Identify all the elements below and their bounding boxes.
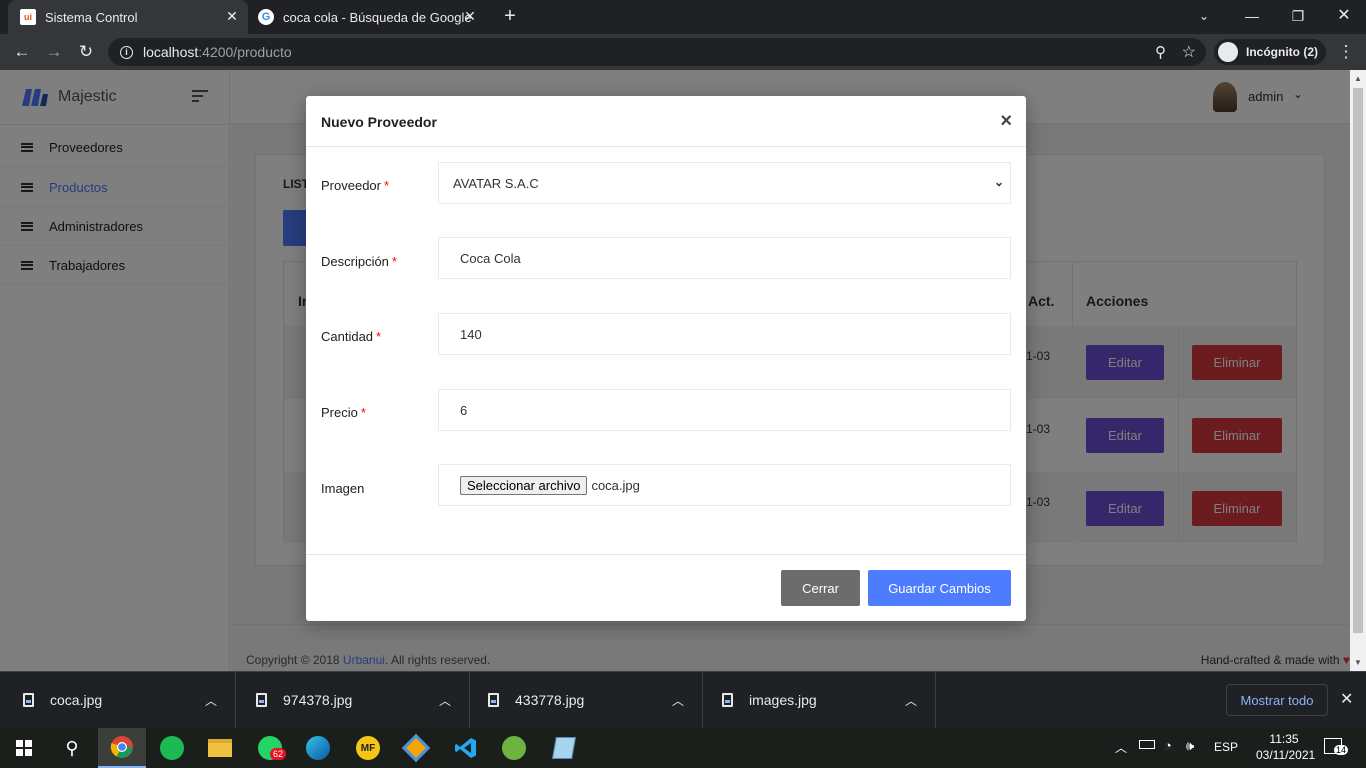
file-icon	[488, 693, 499, 707]
modal-header: Nuevo Proveedor ×	[306, 96, 1026, 147]
notepad-icon[interactable]	[540, 728, 588, 768]
file-icon	[256, 693, 267, 707]
proveedor-label: Proveedor *	[321, 178, 390, 193]
selected-option: AVATAR S.A.C	[453, 175, 539, 191]
back-arrow-icon[interactable]: ←	[10, 40, 34, 64]
chevron-up-icon[interactable]: ︿	[905, 692, 917, 709]
new-tab-button[interactable]: +	[496, 4, 524, 28]
edge-icon[interactable]	[294, 728, 342, 768]
chevron-up-icon[interactable]: ︿	[439, 692, 451, 709]
chrome-taskbar-icon[interactable]	[98, 728, 146, 768]
input-value: Coca Cola	[460, 250, 521, 266]
show-all-button[interactable]: Mostrar todo	[1226, 684, 1328, 716]
incognito-badge[interactable]: Incógnito (2)	[1214, 39, 1326, 65]
incognito-label: Incógnito (2)	[1246, 45, 1318, 59]
search-icon[interactable]: ⚲	[48, 728, 96, 768]
cantidad-input[interactable]: 140	[438, 313, 1011, 355]
notification-badge: 62	[270, 748, 287, 760]
modal-title: Nuevo Proveedor	[321, 114, 437, 130]
download-item[interactable]: images.jpg ︿	[703, 672, 936, 728]
notification-center-icon[interactable]: 14	[1324, 738, 1349, 755]
close-tab-icon[interactable]: ✕	[462, 8, 478, 24]
clock[interactable]: 11:35 03/11/2021	[1256, 732, 1316, 762]
chevron-up-icon[interactable]: ︿	[1115, 739, 1127, 756]
web-page: Majestic Proveedores Productos Administr…	[0, 70, 1350, 671]
notification-count: 14	[1334, 745, 1349, 755]
downloads-bar: coca.jpg ︿ 974378.jpg ︿ 433778.jpg ︿ images…	[0, 671, 1366, 728]
imagen-label: Imagen	[321, 481, 365, 496]
vscode-icon[interactable]	[442, 728, 490, 768]
download-item[interactable]: coca.jpg ︿	[0, 672, 236, 728]
battery-icon[interactable]	[1139, 740, 1155, 749]
descripcion-label: Descripción *	[321, 254, 397, 269]
forward-arrow-icon[interactable]: →	[42, 40, 66, 64]
cantidad-label: Cantidad *	[321, 329, 382, 344]
scrollbar-thumb[interactable]	[1353, 88, 1363, 633]
restore-icon[interactable]: ❐	[1284, 4, 1312, 28]
proveedor-select[interactable]: AVATAR S.A.C ⌄	[438, 162, 1011, 204]
page-scrollbar[interactable]: ▲ ▼	[1350, 70, 1366, 671]
download-filename: 433778.jpg	[515, 692, 585, 708]
tab-google-search[interactable]: G coca cola - Búsqueda de Google ✕	[250, 0, 486, 34]
menu-kebab-icon[interactable]: ⋮	[1334, 40, 1358, 64]
download-filename: 974378.jpg	[283, 692, 353, 708]
download-item[interactable]: 433778.jpg ︿	[470, 672, 703, 728]
scroll-down-icon[interactable]: ▼	[1354, 658, 1362, 667]
volume-icon[interactable]: 🕪	[1186, 738, 1194, 754]
close-window-icon[interactable]: ✕	[1330, 4, 1358, 28]
close-icon[interactable]: ×	[1000, 110, 1012, 133]
whatsapp-icon[interactable]: 62	[246, 728, 294, 768]
download-item[interactable]: 974378.jpg ︿	[236, 672, 470, 728]
ui-favicon-icon: ui	[20, 9, 36, 25]
virtualbox-icon[interactable]	[392, 728, 440, 768]
tab-sistema-control[interactable]: ui Sistema Control ✕	[8, 0, 248, 34]
chevron-up-icon[interactable]: ︿	[672, 692, 684, 709]
file-name: coca.jpg	[591, 477, 640, 493]
url-host: localhost	[143, 44, 199, 60]
chevron-up-icon[interactable]: ︿	[205, 692, 217, 709]
imagen-file-input: Seleccionar archivo coca.jpg	[438, 464, 1011, 506]
browser-toolbar: ← → ↻ i localhost:4200/producto ⚲ ☆ Incó…	[0, 34, 1366, 70]
clock-time: 11:35	[1269, 732, 1299, 746]
clock-date: 03/11/2021	[1256, 748, 1316, 762]
wifi-icon[interactable]: ◔	[1164, 738, 1172, 753]
precio-input[interactable]: 6	[438, 389, 1011, 431]
info-icon[interactable]: i	[120, 45, 133, 59]
cerrar-button[interactable]: Cerrar	[781, 570, 860, 606]
scroll-up-icon[interactable]: ▲	[1354, 74, 1362, 83]
mf-app-icon[interactable]: MF	[344, 728, 392, 768]
address-bar[interactable]: i localhost:4200/producto ⚲ ☆	[108, 38, 1206, 66]
download-filename: images.jpg	[749, 692, 817, 708]
tab-title: coca cola - Búsqueda de Google	[283, 9, 472, 25]
new-provider-modal: Nuevo Proveedor × Proveedor * AVATAR S.A.…	[306, 96, 1026, 621]
close-tab-icon[interactable]: ✕	[224, 8, 240, 24]
close-downloads-icon[interactable]: ✕	[1340, 689, 1353, 709]
reload-icon[interactable]: ↻	[74, 40, 98, 64]
google-favicon-icon: G	[258, 9, 274, 25]
input-value: 140	[460, 326, 482, 342]
descripcion-input[interactable]: Coca Cola	[438, 237, 1011, 279]
spring-tools-icon[interactable]	[490, 728, 538, 768]
windows-taskbar: ⚲ 62 MF ︿ ◔ 🕪 ESP 11:35 03/11/2021 14	[0, 728, 1366, 768]
input-value: 6	[460, 402, 468, 418]
precio-label: Precio *	[321, 405, 366, 420]
download-filename: coca.jpg	[50, 692, 103, 708]
file-icon	[23, 693, 34, 707]
tab-search-chevron-icon[interactable]: ⌄	[1190, 4, 1218, 28]
windows-start-icon[interactable]	[0, 728, 48, 768]
guardar-cambios-button[interactable]: Guardar Cambios	[868, 570, 1011, 606]
chevron-down-icon: ⌄	[993, 175, 1004, 189]
minimize-icon[interactable]: —	[1238, 4, 1266, 28]
incognito-icon	[1218, 42, 1238, 62]
language-indicator[interactable]: ESP	[1214, 740, 1238, 754]
choose-file-button[interactable]: Seleccionar archivo	[460, 475, 588, 495]
spotify-icon[interactable]	[148, 728, 196, 768]
file-explorer-icon[interactable]	[196, 728, 244, 768]
file-icon	[722, 693, 733, 707]
tab-title: Sistema Control	[45, 9, 138, 25]
browser-titlebar: ui Sistema Control ✕ G coca cola - Búsqu…	[0, 0, 1366, 34]
url-path: :4200/producto	[198, 44, 292, 60]
zoom-icon[interactable]: ⚲	[1155, 43, 1166, 61]
bookmark-star-icon[interactable]: ☆	[1182, 42, 1196, 62]
